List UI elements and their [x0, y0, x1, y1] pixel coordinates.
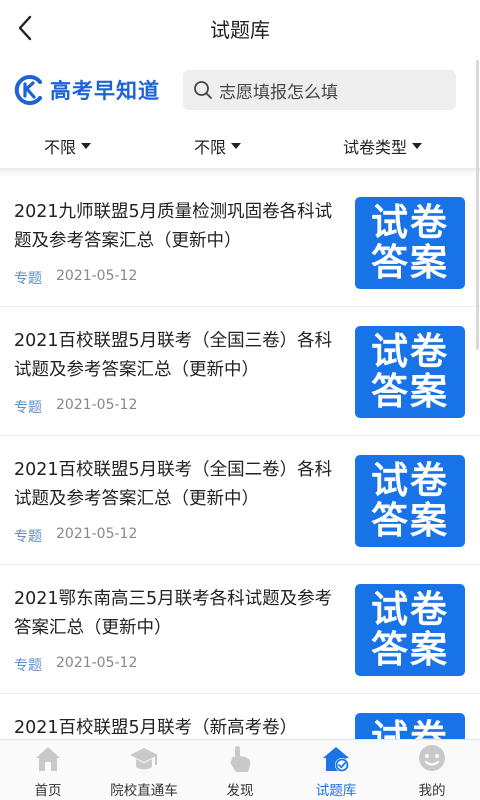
- caret-down-icon: [412, 143, 423, 149]
- search-icon: [194, 81, 212, 99]
- thumb-text: 试卷: [371, 588, 449, 631]
- item-meta: 专题 2021-05-12: [14, 655, 137, 675]
- scrollbar[interactable]: [476, 60, 479, 350]
- caret-down-icon: [81, 143, 92, 149]
- item-tag: 专题: [14, 658, 42, 674]
- filter-dropdown-1[interactable]: 不限: [44, 134, 92, 158]
- brand-logo-text: 高考早知道: [50, 79, 160, 103]
- tab-question-bank[interactable]: 试题库: [288, 743, 384, 800]
- item-date: 2021-05-12: [56, 526, 138, 542]
- filter-label: 试卷类型: [343, 138, 408, 157]
- item-date: 2021-05-12: [56, 268, 138, 284]
- filter-paper-type[interactable]: 试卷类型: [343, 134, 423, 158]
- search-placeholder: 志愿填报怎么填: [219, 82, 338, 103]
- search-input[interactable]: 志愿填报怎么填: [183, 70, 456, 110]
- thumb-text: 试卷: [371, 201, 449, 244]
- item-meta: 专题 2021-05-12: [14, 268, 137, 288]
- caret-down-icon: [231, 143, 242, 149]
- graduation-cap-icon: [130, 748, 158, 770]
- home-icon: [36, 747, 60, 771]
- item-thumbnail: 试卷 答案: [355, 326, 465, 418]
- thumb-text: 答案: [371, 241, 449, 284]
- hand-pointer-icon: [230, 746, 251, 772]
- tab-label: 发现: [226, 783, 254, 799]
- filter-bar: 不限 不限 试卷类型: [0, 124, 480, 168]
- tab-discover[interactable]: 发现: [192, 743, 288, 800]
- list-item[interactable]: 2021鄂东南高三5月联考各科试题及参考答案汇总（更新中） 专题 2021-05…: [0, 565, 480, 694]
- item-title: 2021百校联盟5月联考（全国三卷）各科试题及参考答案汇总（更新中）: [14, 331, 333, 380]
- item-thumbnail: 试卷 答案: [355, 584, 465, 676]
- thumb-text: 答案: [371, 370, 449, 413]
- brand-search-row: 高考早知道 志愿填报怎么填: [0, 60, 480, 122]
- profile-icon: [419, 745, 445, 771]
- item-thumbnail: 试卷 答案: [355, 197, 465, 289]
- filter-divider: [0, 168, 480, 178]
- thumb-text: 试卷: [371, 459, 449, 502]
- item-title: 2021鄂东南高三5月联考各科试题及参考答案汇总（更新中）: [14, 589, 333, 638]
- brand-logo-icon: [14, 75, 42, 105]
- tab-label: 院校直通车: [110, 783, 178, 799]
- list-item[interactable]: 2021百校联盟5月联考（全国二卷）各科试题及参考答案汇总（更新中） 专题 20…: [0, 436, 480, 565]
- item-date: 2021-05-12: [56, 397, 138, 413]
- filter-label: 不限: [194, 138, 227, 157]
- list-item[interactable]: 2021百校联盟5月联考（全国三卷）各科试题及参考答案汇总（更新中） 专题 20…: [0, 307, 480, 436]
- item-tag: 专题: [14, 400, 42, 416]
- item-thumbnail: 试卷 答案: [355, 455, 465, 547]
- page-title: 试题库: [210, 18, 270, 42]
- tab-label: 试题库: [315, 783, 357, 799]
- brand-logo: 高考早知道: [14, 73, 160, 107]
- tab-college-express[interactable]: 院校直通车: [96, 743, 192, 800]
- item-tag: 专题: [14, 271, 42, 287]
- thumb-text: 试卷: [371, 330, 449, 373]
- thumb-text: 答案: [371, 628, 449, 671]
- tab-label: 我的: [418, 783, 446, 799]
- item-date: 2021-05-12: [56, 655, 138, 671]
- item-title: 2021九师联盟5月质量检测巩固卷各科试题及参考答案汇总（更新中）: [14, 202, 333, 251]
- item-meta: 专题 2021-05-12: [14, 526, 137, 546]
- thumb-text: 答案: [371, 499, 449, 542]
- bottom-tab-bar: 首页 院校直通车 发现 试题库 我的: [0, 739, 480, 800]
- tab-home[interactable]: 首页: [0, 743, 96, 800]
- question-bank-icon: [323, 747, 349, 772]
- tab-label: 首页: [34, 783, 62, 799]
- exam-list: 2021九师联盟5月质量检测巩固卷各科试题及参考答案汇总（更新中） 专题 202…: [0, 178, 480, 800]
- list-item[interactable]: 2021九师联盟5月质量检测巩固卷各科试题及参考答案汇总（更新中） 专题 202…: [0, 178, 480, 307]
- item-tag: 专题: [14, 529, 42, 545]
- item-meta: 专题 2021-05-12: [14, 397, 137, 417]
- tab-profile[interactable]: 我的: [384, 743, 480, 800]
- filter-label: 不限: [44, 138, 77, 157]
- top-bar: 试题库: [0, 0, 480, 56]
- filter-dropdown-2[interactable]: 不限: [194, 134, 242, 158]
- item-title: 2021百校联盟5月联考（全国二卷）各科试题及参考答案汇总（更新中）: [14, 460, 333, 509]
